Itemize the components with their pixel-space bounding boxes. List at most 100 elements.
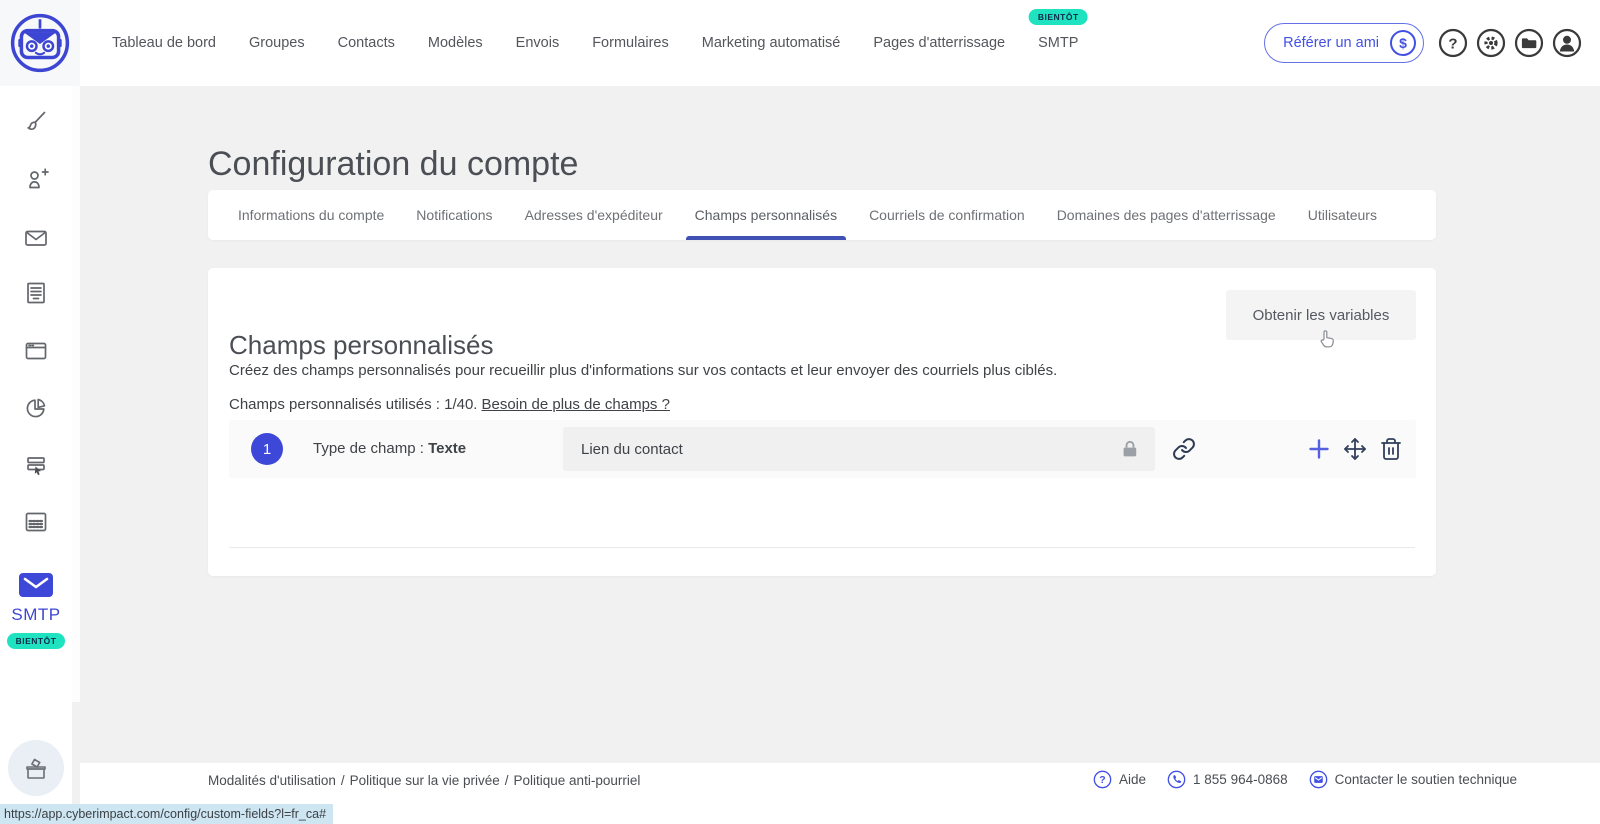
- main-navigation: Tableau de bord Groupes Contacts Modèles…: [112, 0, 1088, 86]
- feedback-button[interactable]: [8, 740, 64, 796]
- ballot-box-icon: [26, 758, 46, 779]
- custom-field-row: 1 Type de champ : Texte Lien du contact: [229, 420, 1416, 478]
- nav-item-marketing-automation[interactable]: Marketing automatisé: [702, 35, 841, 51]
- form-cursor-icon: [27, 457, 45, 476]
- field-number-badge: 1: [251, 433, 283, 465]
- nav-item-contacts[interactable]: Contacts: [338, 35, 395, 51]
- footer-legal-links: Modalités d'utilisation / Politique sur …: [208, 773, 640, 788]
- field-type-label: Type de champ :: [313, 440, 424, 457]
- move-field-handle[interactable]: [1343, 437, 1367, 461]
- help-circle-icon[interactable]: ?: [1093, 770, 1112, 789]
- tab-confirmation-emails[interactable]: Courriels de confirmation: [869, 190, 1025, 240]
- sidebar-scrollbar-thumb[interactable]: [72, 86, 80, 702]
- app-logo[interactable]: [0, 0, 80, 86]
- status-url: https://app.cyberimpact.com/config/custo…: [4, 807, 327, 821]
- mail-circle-icon: [1309, 770, 1327, 789]
- field-type-value: Texte: [428, 440, 467, 457]
- nav-item-landing-pages[interactable]: Pages d'atterrissage: [873, 35, 1005, 51]
- nav-item-dashboard[interactable]: Tableau de bord: [112, 35, 216, 51]
- browser-window-icon: [25, 342, 47, 360]
- sidebar-item-design[interactable]: [22, 108, 50, 136]
- paintbrush-icon: [27, 111, 46, 131]
- tab-notifications[interactable]: Notifications: [416, 190, 492, 240]
- trash-icon: [1381, 438, 1401, 460]
- account-button[interactable]: [1552, 28, 1582, 58]
- link-icon: [1173, 438, 1195, 460]
- svg-text:?: ?: [1448, 36, 1457, 53]
- browser-status-bar: https://app.cyberimpact.com/config/custo…: [0, 804, 334, 824]
- privacy-link[interactable]: Politique sur la vie privée: [350, 773, 500, 788]
- sidebar-scrollbar-track[interactable]: [72, 86, 80, 824]
- terms-link[interactable]: Modalités d'utilisation: [208, 773, 336, 788]
- robot-logo-icon: [10, 13, 70, 73]
- card-description: Créez des champs personnalisés pour recu…: [229, 362, 1058, 379]
- tab-custom-fields[interactable]: Champs personnalisés: [685, 190, 847, 240]
- tab-account-info[interactable]: Informations du compte: [238, 190, 384, 240]
- field-type-text: Type de champ : Texte: [313, 440, 466, 457]
- svg-text:?: ?: [1099, 775, 1105, 786]
- add-field-button[interactable]: [1307, 437, 1331, 461]
- nav-item-groups[interactable]: Groupes: [249, 35, 305, 51]
- smtp-envelope-icon: [19, 573, 53, 597]
- card-title: Champs personnalisés: [229, 329, 494, 360]
- sidebar-item-forms[interactable]: [22, 451, 50, 479]
- sidebar-item-statistics[interactable]: [22, 394, 50, 422]
- sidebar-smtp-soon-badge: BIENTÔT: [6, 633, 66, 649]
- left-sidebar: SMTP BIENTÔT: [0, 86, 80, 824]
- refer-friend-label: Référer un ami: [1283, 35, 1379, 51]
- envelope-icon: [25, 230, 47, 246]
- help-button[interactable]: ?: [1438, 28, 1468, 58]
- nav-item-mailings[interactable]: Envois: [516, 35, 560, 51]
- pie-chart-icon: [26, 398, 46, 418]
- tab-users[interactable]: Utilisateurs: [1308, 190, 1377, 240]
- smtp-soon-badge: BIENTÔT: [1028, 9, 1088, 25]
- need-more-fields-link[interactable]: Besoin de plus de champs ?: [481, 396, 669, 413]
- nav-item-forms[interactable]: Formulaires: [592, 35, 669, 51]
- sidebar-item-calendar[interactable]: [22, 508, 50, 536]
- footer-separator: /: [340, 773, 345, 788]
- folder-icon: [1514, 28, 1544, 58]
- sidebar-item-smtp[interactable]: SMTP BIENTÔT: [0, 572, 72, 649]
- plus-icon: [1309, 439, 1329, 459]
- delete-field-button[interactable]: [1379, 437, 1403, 461]
- lock-icon: [1123, 440, 1137, 457]
- document-lines-icon: [27, 282, 45, 304]
- custom-fields-card: Champs personnalisés Créez des champs pe…: [208, 268, 1436, 576]
- sidebar-item-lists[interactable]: [22, 279, 50, 307]
- sidebar-item-mailings[interactable]: [22, 224, 50, 252]
- sidebar-item-landing-pages[interactable]: [22, 337, 50, 365]
- nav-item-templates[interactable]: Modèles: [428, 35, 483, 51]
- cursor-pointer-hand: [1316, 328, 1338, 357]
- calendar-grid-icon: [25, 512, 47, 532]
- support-phone-number[interactable]: 1 855 964-0868: [1193, 772, 1288, 787]
- page-title: Configuration du compte: [208, 144, 579, 183]
- tab-landing-page-domains[interactable]: Domaines des pages d'atterrissage: [1057, 190, 1276, 240]
- anti-spam-link[interactable]: Politique anti-pourriel: [514, 773, 641, 788]
- footer-support-links: ? Aide 1 855 964-0868 Contacter le souti…: [1093, 770, 1517, 789]
- settings-tabs: Informations du compte Notifications Adr…: [208, 190, 1436, 240]
- question-icon: ?: [1438, 28, 1468, 58]
- nav-item-smtp-label: SMTP: [1038, 35, 1079, 51]
- footer-separator: /: [504, 773, 509, 788]
- usage-count: Champs personnalisés utilisés : 1/40.: [229, 396, 478, 413]
- phone-icon: [1167, 770, 1186, 789]
- person-add-icon: [29, 168, 49, 189]
- nav-item-smtp[interactable]: BIENTÔT SMTP: [1028, 9, 1088, 51]
- help-link[interactable]: Aide: [1119, 772, 1146, 787]
- dollar-icon: $: [1390, 30, 1416, 56]
- field-row-actions: [1307, 437, 1403, 461]
- settings-button[interactable]: [1476, 28, 1506, 58]
- tab-sender-addresses[interactable]: Adresses d'expéditeur: [525, 190, 663, 240]
- files-button[interactable]: [1514, 28, 1544, 58]
- main-content-area: Configuration du compte Informations du …: [80, 86, 1600, 763]
- gear-icon: [1476, 28, 1506, 58]
- field-name-input[interactable]: Lien du contact: [563, 427, 1155, 471]
- contact-support-link[interactable]: Contacter le soutien technique: [1335, 772, 1517, 787]
- copy-link-button[interactable]: [1172, 437, 1196, 461]
- field-name-value: Lien du contact: [581, 440, 683, 458]
- move-icon: [1344, 438, 1366, 460]
- refer-friend-button[interactable]: Référer un ami $: [1264, 23, 1424, 63]
- sidebar-item-add-contact[interactable]: [22, 166, 50, 194]
- card-divider: [229, 547, 1415, 548]
- fields-usage-text: Champs personnalisés utilisés : 1/40. Bes…: [229, 396, 670, 413]
